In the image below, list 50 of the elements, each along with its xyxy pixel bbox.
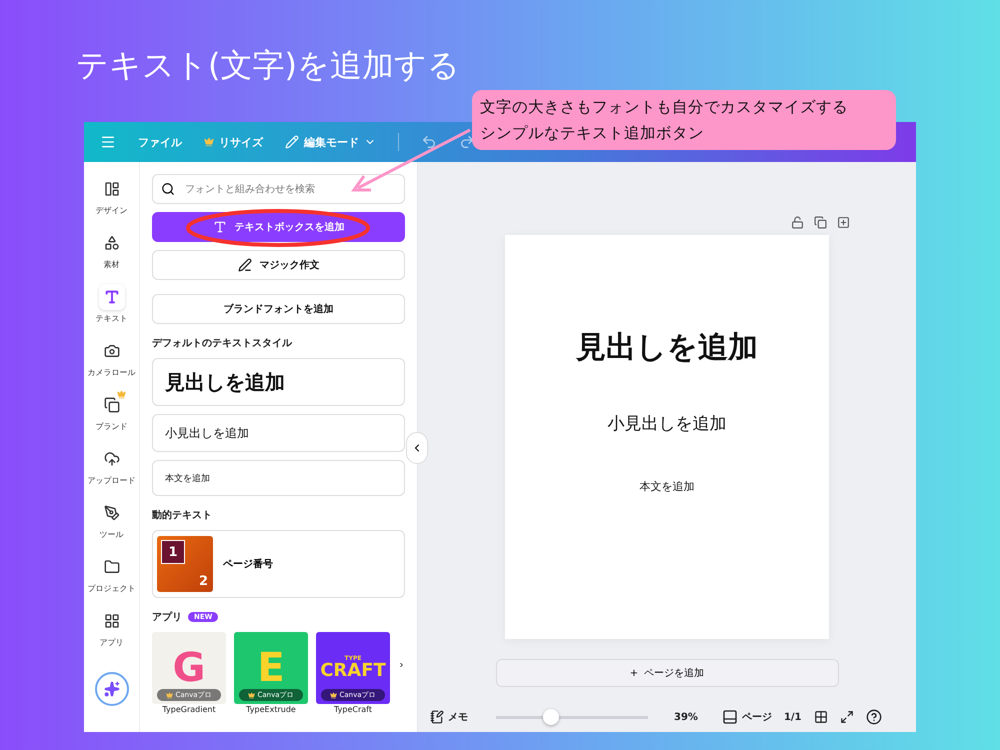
slide-title: テキスト(文字)を追加する <box>76 45 460 86</box>
sidebar-item[interactable]: デザイン <box>84 176 140 216</box>
zoom-slider-thumb[interactable] <box>542 709 559 725</box>
fullscreen-icon[interactable] <box>840 710 854 724</box>
app-name: TypeCraft <box>334 705 372 714</box>
magic-write-button[interactable]: マジック作文 <box>152 250 405 280</box>
add-icon[interactable] <box>837 216 850 229</box>
section-heading: デフォルトのテキストスタイル <box>152 337 294 350</box>
page-count: 1/1 <box>784 712 802 722</box>
pages-icon <box>722 709 738 725</box>
add-page-button[interactable]: + ページを追加 <box>496 659 838 687</box>
sidebar-item[interactable]: アップロード <box>84 446 140 486</box>
text-style-button[interactable]: 見出しを追加 <box>152 358 405 406</box>
page-text: 小見出しを追加 <box>608 413 726 435</box>
section-heading: アプリ <box>152 610 182 624</box>
text-style-button[interactable]: 小見出しを追加 <box>152 414 405 452</box>
magic-button[interactable] <box>94 672 128 706</box>
zoom-percentage: 39% <box>674 712 698 722</box>
app-name: TypeGradient <box>162 705 216 714</box>
page-number-thumbnail: 1 2 <box>157 536 213 592</box>
sidebar-item[interactable]: 素材 <box>84 230 140 270</box>
brand-font-button[interactable]: ブランドフォントを追加 <box>152 294 405 324</box>
pencil-icon <box>285 135 299 149</box>
section-heading: 動的テキスト <box>152 508 213 522</box>
sidebar-item[interactable]: アプリ <box>84 608 140 648</box>
unlock-icon[interactable] <box>791 216 804 229</box>
text-icon <box>212 220 226 234</box>
help-icon[interactable] <box>866 709 882 725</box>
sidebar-item[interactable]: カメラロール <box>84 338 140 378</box>
page-text: 見出しを追加 <box>576 329 758 367</box>
crown-icon <box>204 137 214 147</box>
notes-button[interactable]: メモ <box>430 710 468 724</box>
callout-box: 文字の大きさもフォントも自分でカスタマイズする シンプルなテキスト追加ボタン <box>472 90 896 150</box>
text-icon <box>98 284 124 310</box>
pen-icon <box>238 258 252 272</box>
sidebar-item[interactable]: ブランド <box>84 392 140 432</box>
app-name: TypeExtrude <box>246 705 296 714</box>
page-number-card[interactable]: 1 2 ページ番号 <box>152 530 405 598</box>
text-style-button[interactable]: 本文を追加 <box>152 460 405 496</box>
search-field[interactable]: フォントと組み合わせを検索 <box>152 174 405 204</box>
sidebar-item[interactable]: ツール <box>84 500 140 540</box>
search-icon <box>161 182 175 196</box>
grid-icon[interactable] <box>814 710 828 724</box>
sidebar-item[interactable]: テキスト <box>84 284 140 324</box>
notes-icon <box>430 710 444 724</box>
duplicate-icon[interactable] <box>814 216 827 229</box>
sparkle-icon <box>104 681 120 697</box>
sidebar-item[interactable]: プロジェクト <box>84 554 140 594</box>
page-text: 本文を追加 <box>640 479 694 494</box>
pages-button[interactable]: ページ <box>722 709 772 725</box>
